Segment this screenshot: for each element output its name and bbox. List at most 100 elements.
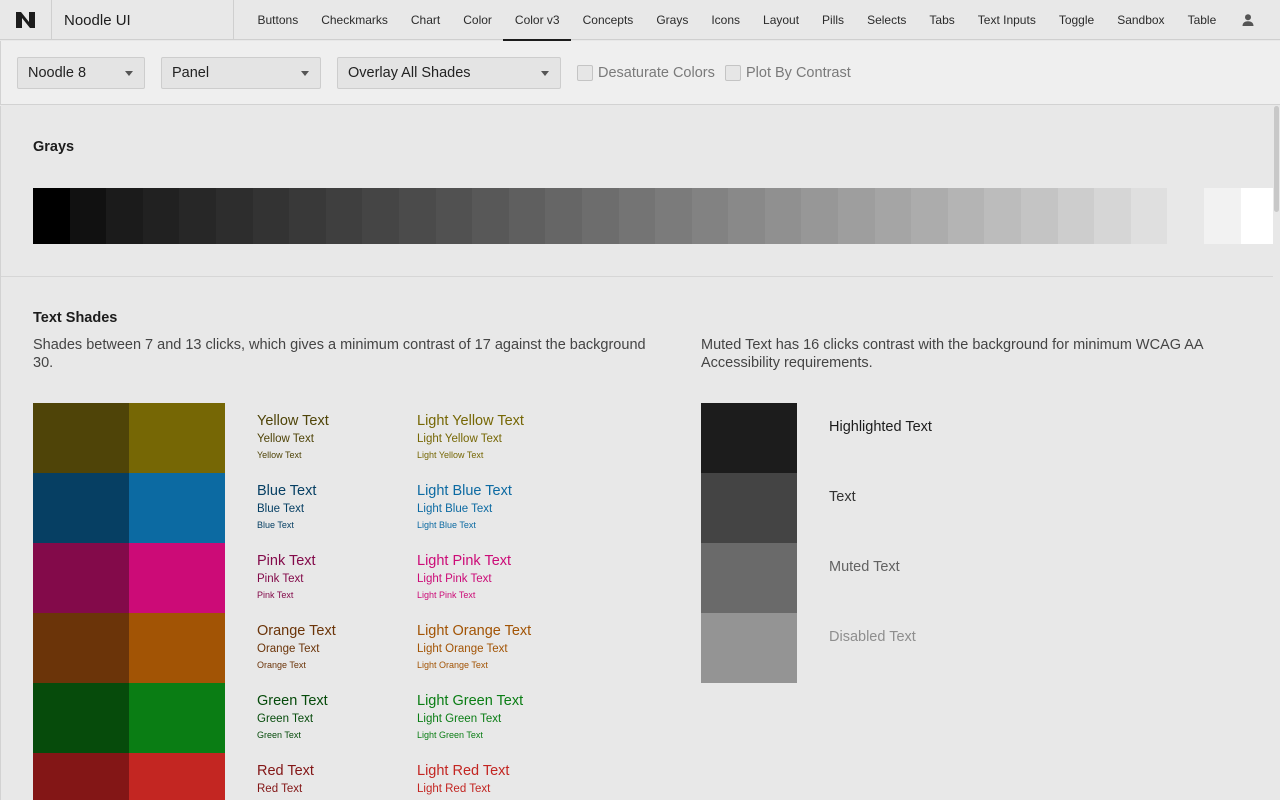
- sample-text-t2: Pink Text: [257, 573, 304, 585]
- sample-text-t2: Light Yellow Text: [417, 433, 502, 445]
- tab-icons[interactable]: Icons: [700, 0, 752, 40]
- sample-text-t1: Orange Text: [257, 623, 336, 639]
- overlay-select[interactable]: Overlay All Shades: [337, 57, 561, 89]
- light-color-text-sample: Light Red TextLight Red TextLight Red Te…: [417, 763, 509, 800]
- grays-section: Grays: [1, 106, 1273, 277]
- sample-text-t3: Pink Text: [257, 590, 294, 600]
- light-swatch: [129, 403, 225, 473]
- gray-swatch: [1204, 188, 1241, 244]
- sample-text-t2: Green Text: [257, 713, 314, 725]
- dark-swatch: [33, 543, 129, 613]
- gray-swatch: [1057, 188, 1095, 244]
- color-swatch-row: [33, 403, 225, 473]
- gray-text-swatch: [701, 613, 797, 683]
- sample-text-t3: Blue Text: [257, 520, 294, 530]
- chevron-down-icon: [301, 71, 309, 76]
- tab-buttons[interactable]: Buttons: [246, 0, 310, 40]
- tab-pills[interactable]: Pills: [811, 0, 856, 40]
- tab-color-v3[interactable]: Color v3: [503, 0, 571, 41]
- gray-gap: [1167, 188, 1204, 244]
- sample-text-t2: Light Red Text: [417, 783, 491, 795]
- theme-select[interactable]: Noodle 8: [17, 57, 145, 89]
- plot-by-contrast-label: Plot By Contrast: [746, 65, 851, 81]
- sample-text-t3: Light Yellow Text: [417, 450, 484, 460]
- gray-swatch: [947, 188, 985, 244]
- checkbox-box[interactable]: [577, 65, 593, 81]
- gray-swatch: [362, 188, 399, 244]
- user-icon[interactable]: [1238, 10, 1258, 30]
- tab-tabs[interactable]: Tabs: [918, 0, 966, 40]
- dark-swatch: [33, 683, 129, 753]
- gray-swatch: [838, 188, 875, 244]
- gray-text-swatch: [701, 403, 797, 473]
- light-swatch: [129, 753, 225, 800]
- color-text-sample: Orange Text Orange Text Orange Text: [257, 623, 336, 670]
- sample-text-t2: Orange Text: [257, 643, 320, 655]
- scrollbar-thumb[interactable]: [1274, 106, 1279, 212]
- light-color-text-sample: Light Blue Text Light Blue Text Light Blue…: [417, 483, 512, 530]
- color-swatch-row: [33, 473, 225, 543]
- top-navigation-bar: Noodle UI Buttons Checkmarks Chart Color Col…: [0, 0, 1280, 41]
- gray-scale-strip: [33, 188, 1273, 244]
- tab-checkmarks[interactable]: Checkmarks: [310, 0, 400, 40]
- sample-text-t1: Light Orange Text: [417, 623, 532, 639]
- grays-heading: Grays: [33, 139, 75, 155]
- desaturate-label: Desaturate Colors: [598, 65, 715, 81]
- tab-sandbox[interactable]: Sandbox: [1106, 0, 1176, 40]
- plot-by-contrast-checkbox[interactable]: Plot By Contrast: [725, 65, 851, 81]
- checkbox-box[interactable]: [725, 65, 741, 81]
- gray-swatch: [655, 188, 692, 244]
- sample-text-t2: Blue Text: [257, 503, 305, 515]
- sample-text-t1: Light Pink Text: [417, 553, 512, 569]
- surface-select[interactable]: Panel: [161, 57, 321, 89]
- gray-swatch: [325, 188, 363, 244]
- sample-text-t1: Light Red Text: [417, 763, 510, 779]
- tab-grays[interactable]: Grays: [645, 0, 700, 40]
- tab-concepts[interactable]: Concepts: [571, 0, 645, 40]
- sample-text-t2: Light Pink Text: [417, 573, 492, 585]
- desaturate-checkbox[interactable]: Desaturate Colors: [577, 65, 715, 81]
- vertical-scrollbar[interactable]: [1273, 106, 1280, 800]
- tab-chart[interactable]: Chart: [399, 0, 451, 40]
- sample-text-t1: Red Text: [257, 763, 314, 779]
- sample-text-t3: Orange Text: [257, 660, 306, 670]
- dark-swatch: [33, 613, 129, 683]
- sample-text-t3: Light Green Text: [417, 730, 483, 740]
- color-swatch-row: [33, 753, 225, 800]
- sample-text-t1: Blue Text: [257, 483, 317, 499]
- color-text-sample: Blue Text Blue Text Blue Text: [257, 483, 316, 530]
- light-color-text-sample: Light Orange Text Light Orange Text Light …: [417, 623, 531, 670]
- sample-text-t2: Yellow Text: [257, 433, 314, 445]
- gray-swatch: [398, 188, 436, 244]
- sample-text-t2: Light Blue Text: [417, 503, 493, 515]
- color-swatch-row: [33, 613, 225, 683]
- sample-text-t2: Light Orange Text: [417, 643, 508, 655]
- tab-table[interactable]: Table: [1176, 0, 1228, 40]
- tab-toggle[interactable]: Toggle: [1047, 0, 1105, 40]
- main-content: Grays Text Shades Shades between 7 and 1…: [0, 106, 1273, 800]
- noodle-logo-icon[interactable]: [0, 0, 52, 40]
- surface-select-value: Panel: [172, 65, 210, 81]
- color-text-sample: Green Text Green Text Green Text: [257, 693, 328, 740]
- tab-layout[interactable]: Layout: [752, 0, 811, 40]
- gray-swatch: [215, 188, 253, 244]
- color-swatch-row: [33, 543, 225, 613]
- light-color-text-sample: Light Yellow Text Light Yellow Text Light …: [417, 413, 524, 460]
- light-swatch: [129, 473, 225, 543]
- tab-color[interactable]: Color: [452, 0, 504, 40]
- gray-swatch: [801, 188, 839, 244]
- gray-swatch: [1130, 188, 1168, 244]
- sample-text-t1: Light Green Text: [417, 693, 524, 709]
- tab-selects[interactable]: Selects: [856, 0, 918, 40]
- gray-text-label: Disabled Text: [829, 629, 916, 645]
- gray-swatch: [435, 188, 473, 244]
- gray-text-swatch: [701, 473, 797, 543]
- color-swatch-row: [33, 683, 225, 753]
- sample-text-t3: Yellow Text: [257, 450, 302, 460]
- gray-swatch: [33, 188, 70, 244]
- gray-swatch: [911, 188, 948, 244]
- tab-text-inputs[interactable]: Text Inputs: [966, 0, 1047, 40]
- text-shades-heading: Text Shades: [33, 310, 118, 326]
- gray-swatch: [874, 188, 912, 244]
- sample-text-t1: Light Blue Text: [417, 483, 512, 499]
